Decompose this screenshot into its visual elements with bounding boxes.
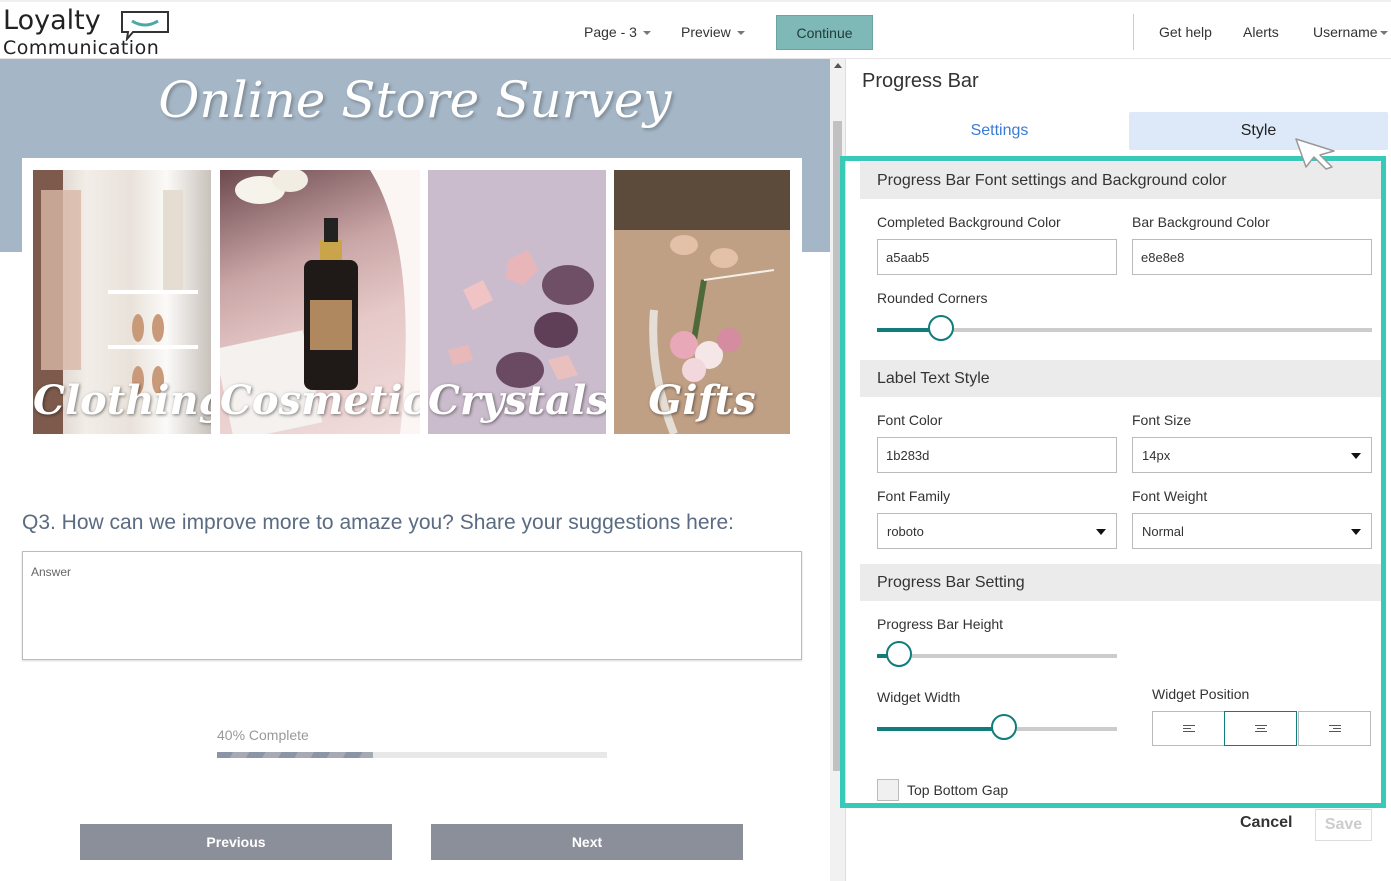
font-color-label: Font Color [877,412,943,428]
scroll-up-arrow-icon[interactable] [834,63,842,68]
image-label-cosmetics: Cosmetics [220,377,420,424]
preview-menu[interactable]: Preview [681,24,745,40]
alerts-link[interactable]: Alerts [1243,24,1279,40]
rounded-corners-label: Rounded Corners [877,290,988,306]
widget-position-label: Widget Position [1152,686,1250,702]
font-size-select[interactable]: 14px [1132,437,1372,473]
widget-width-label: Widget Width [877,689,961,705]
slider-fill [877,727,1005,731]
align-left-icon [1182,725,1195,732]
image-label-clothing: Clothing [33,377,211,424]
image-label-gifts: Gifts [648,377,756,424]
bar-bg-label: Bar Background Color [1132,214,1270,230]
align-right-icon [1328,725,1341,732]
rounded-corners-slider[interactable] [877,315,1372,341]
align-center-button[interactable] [1224,711,1297,746]
user-menu[interactable]: Username [1313,24,1388,40]
chevron-down-icon [642,31,651,36]
completed-bg-label: Completed Background Color [877,214,1061,230]
bar-bg-input[interactable] [1132,239,1372,275]
tab-style[interactable]: Style [1129,112,1388,150]
widget-width-slider[interactable] [877,714,1117,740]
align-left-button[interactable] [1152,711,1225,746]
tab-settings[interactable]: Settings [870,112,1129,150]
slider-thumb[interactable] [885,641,912,667]
dropdown-arrow-icon [1351,529,1361,535]
image-card-crystals[interactable]: Crystals [428,170,606,434]
continue-button[interactable]: Continue [776,15,873,50]
image-label-crystals: Crystals [428,377,606,424]
font-size-value: 14px [1142,447,1171,463]
dropdown-arrow-icon [1351,453,1361,459]
section-font-settings: Progress Bar Font settings and Backgroun… [860,162,1382,199]
question-text: Q3. How can we improve more to amaze you… [22,511,735,534]
font-weight-value: Normal [1142,523,1184,539]
font-family-label: Font Family [877,488,951,504]
chevron-down-icon [736,31,745,36]
preview-menu-label: Preview [681,24,731,40]
cancel-button[interactable]: Cancel [1240,814,1292,832]
logo[interactable]: Loyalty Communication [3,5,173,59]
scroll-thumb[interactable] [833,121,842,771]
chevron-down-icon [1379,31,1388,36]
survey-title: Online Store Survey [158,71,672,129]
answer-textarea[interactable]: Answer [22,551,802,660]
chat-bubble-icon [121,11,169,41]
completed-bg-input[interactable] [877,239,1117,275]
answer-placeholder: Answer [31,565,72,579]
progress-label: 40% Complete [217,727,309,743]
panel-title: Progress Bar [862,70,979,92]
previous-button[interactable]: Previous [80,824,392,860]
font-color-input[interactable] [877,437,1117,473]
save-button[interactable]: Save [1315,809,1372,841]
section-label-text-style: Label Text Style [860,360,1382,397]
image-card-clothing[interactable]: Clothing [33,170,211,434]
logo-text-line1: Loyalty [3,5,101,36]
font-size-label: Font Size [1132,412,1192,428]
slider-thumb[interactable] [991,714,1018,740]
progress-bar-fill [217,752,373,758]
preview-scrollbar[interactable] [830,59,846,881]
section-progress-bar-setting: Progress Bar Setting [860,564,1382,601]
bar-height-label: Progress Bar Height [877,616,1004,632]
image-card-gifts[interactable]: Gifts [614,170,790,434]
font-weight-label: Font Weight [1132,488,1208,504]
bar-height-slider[interactable] [877,641,1117,667]
dropdown-arrow-icon [1096,529,1106,535]
font-weight-select[interactable]: Normal [1132,513,1372,549]
top-bottom-gap-label: Top Bottom Gap [907,782,1009,798]
header-divider [1133,14,1134,50]
progress-bar [217,752,607,758]
top-bottom-gap-checkbox[interactable] [877,779,899,801]
image-card-cosmetics[interactable]: Cosmetics [220,170,420,434]
font-family-value: roboto [887,523,924,539]
survey-preview: Online Store Survey Clothing Cosmeti Cry… [0,59,830,881]
get-help-link[interactable]: Get help [1159,24,1212,40]
user-menu-label: Username [1313,24,1378,40]
page-menu-label: Page - 3 [584,24,637,40]
image-strip: Clothing Cosmetics [22,158,802,444]
font-family-select[interactable]: roboto [877,513,1117,549]
next-button[interactable]: Next [431,824,743,860]
align-center-icon [1254,725,1267,732]
align-right-button[interactable] [1298,711,1371,746]
top-bar: Loyalty Communication Page - 3 Preview C… [0,0,1391,59]
page-menu[interactable]: Page - 3 [584,24,651,40]
